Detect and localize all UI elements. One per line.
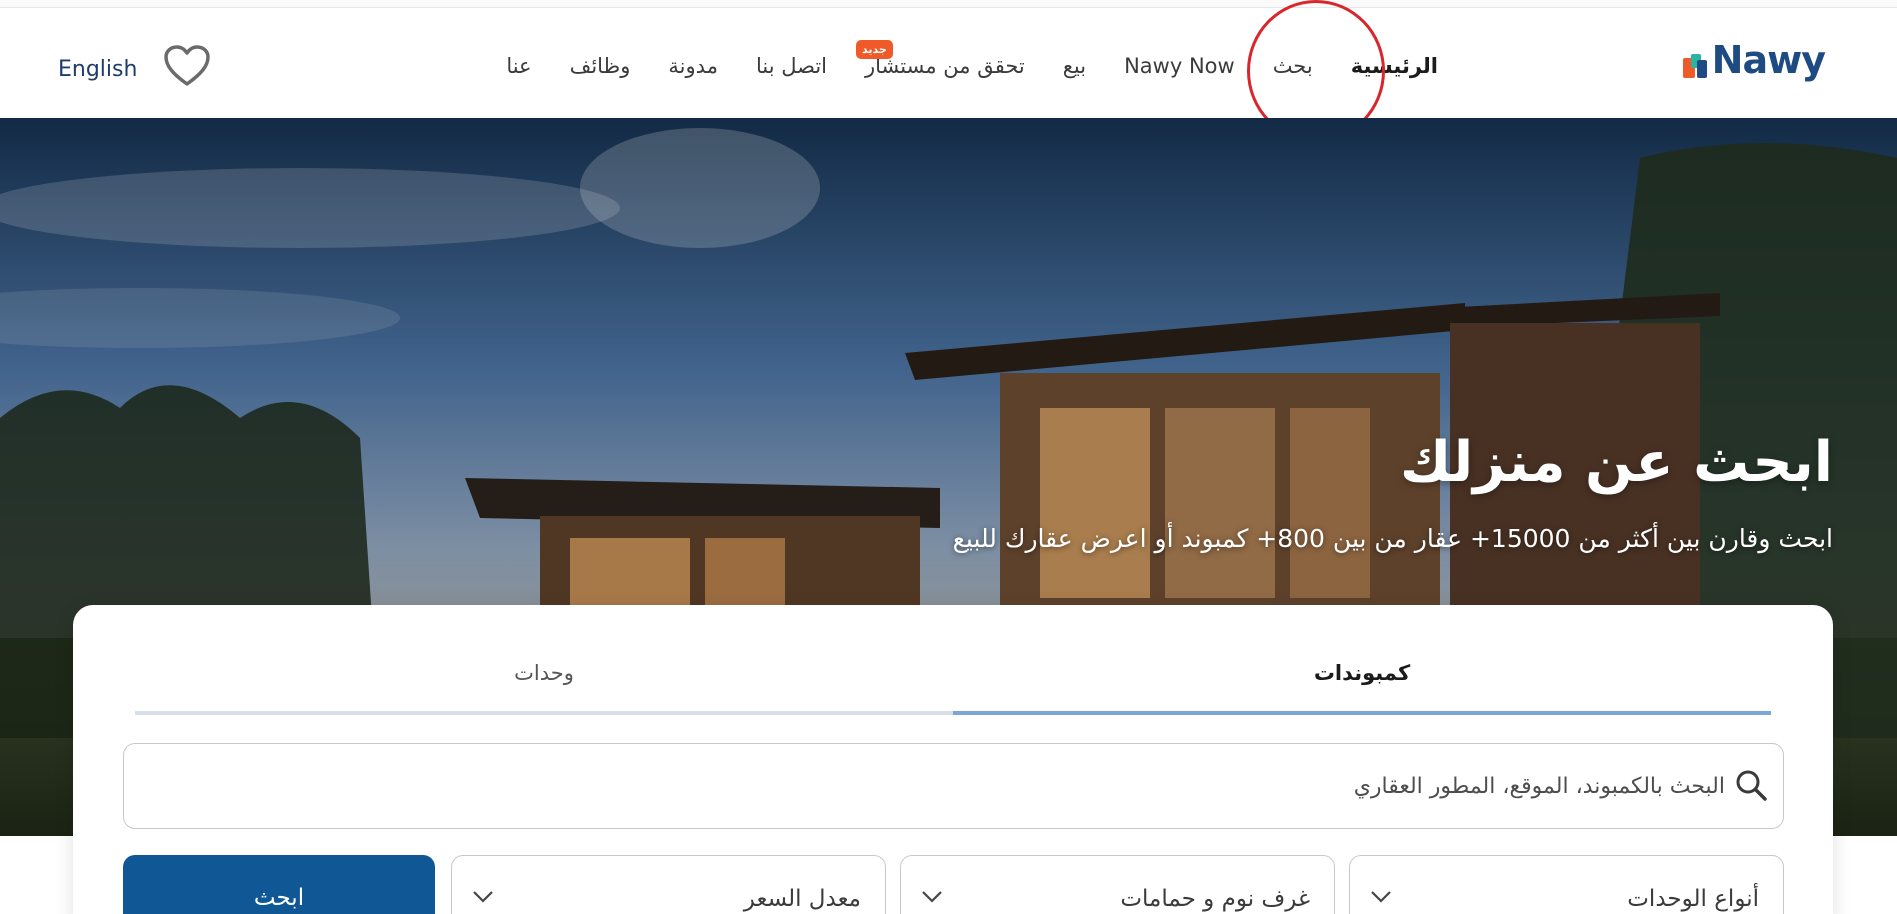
nav-nawy-now[interactable]: Nawy Now — [1105, 54, 1254, 78]
chevron-down-icon — [922, 891, 942, 903]
search-field[interactable] — [123, 743, 1784, 829]
search-button[interactable]: ابحث — [123, 855, 435, 914]
search-input[interactable] — [165, 744, 1725, 828]
nav-contact[interactable]: اتصل بنا — [737, 54, 846, 78]
brand-name: Nawy — [1711, 38, 1826, 82]
hero-subtitle: ابحث وقارن بين أكثر من 15000+ عقار من بي… — [952, 524, 1833, 553]
browser-top-edge — [0, 0, 1897, 8]
site-header: Nawy الرئيسية بحث Nawy Now بيع تحقق من م… — [0, 8, 1897, 118]
tab-units-label: وحدات — [514, 661, 574, 685]
nav-careers[interactable]: وظائف — [551, 54, 650, 78]
unit-types-label: أنواع الوحدات — [1627, 886, 1759, 912]
search-card: كمبوندات وحدات أنواع الوحدات غرف نوم و ح… — [73, 605, 1833, 914]
tab-units-underline — [135, 711, 953, 715]
nav-check-consultant[interactable]: تحقق من مستشار جديد — [846, 40, 1044, 78]
price-range-label: معدل السعر — [743, 886, 861, 912]
nav-blog[interactable]: مدونة — [649, 54, 737, 78]
search-filters: أنواع الوحدات غرف نوم و حمامات معدل السع… — [123, 855, 1784, 914]
tab-compounds-label: كمبوندات — [1313, 661, 1411, 685]
nawy-logo[interactable]: Nawy — [1675, 38, 1826, 90]
tab-compounds-underline — [953, 711, 1771, 715]
bedrooms-bathrooms-label: غرف نوم و حمامات — [1120, 886, 1310, 912]
new-badge: جديد — [856, 40, 893, 59]
tab-units[interactable]: وحدات — [135, 645, 953, 715]
price-range-select[interactable]: معدل السعر — [451, 855, 886, 914]
heart-icon[interactable] — [163, 44, 211, 88]
nawy-logo-mark-icon — [1683, 54, 1707, 78]
hero-title: ابحث عن منزلك — [1399, 430, 1833, 495]
tab-compounds[interactable]: كمبوندات — [953, 645, 1771, 715]
bedrooms-bathrooms-select[interactable]: غرف نوم و حمامات — [900, 855, 1335, 914]
search-icon — [1736, 770, 1767, 801]
nav-sell[interactable]: بيع — [1044, 54, 1105, 78]
search-tabs: كمبوندات وحدات — [135, 645, 1771, 715]
nav-about[interactable]: عنا — [487, 54, 550, 78]
unit-types-select[interactable]: أنواع الوحدات — [1349, 855, 1784, 914]
chevron-down-icon — [1371, 891, 1391, 903]
chevron-down-icon — [473, 891, 493, 903]
language-toggle[interactable]: English — [58, 57, 137, 82]
